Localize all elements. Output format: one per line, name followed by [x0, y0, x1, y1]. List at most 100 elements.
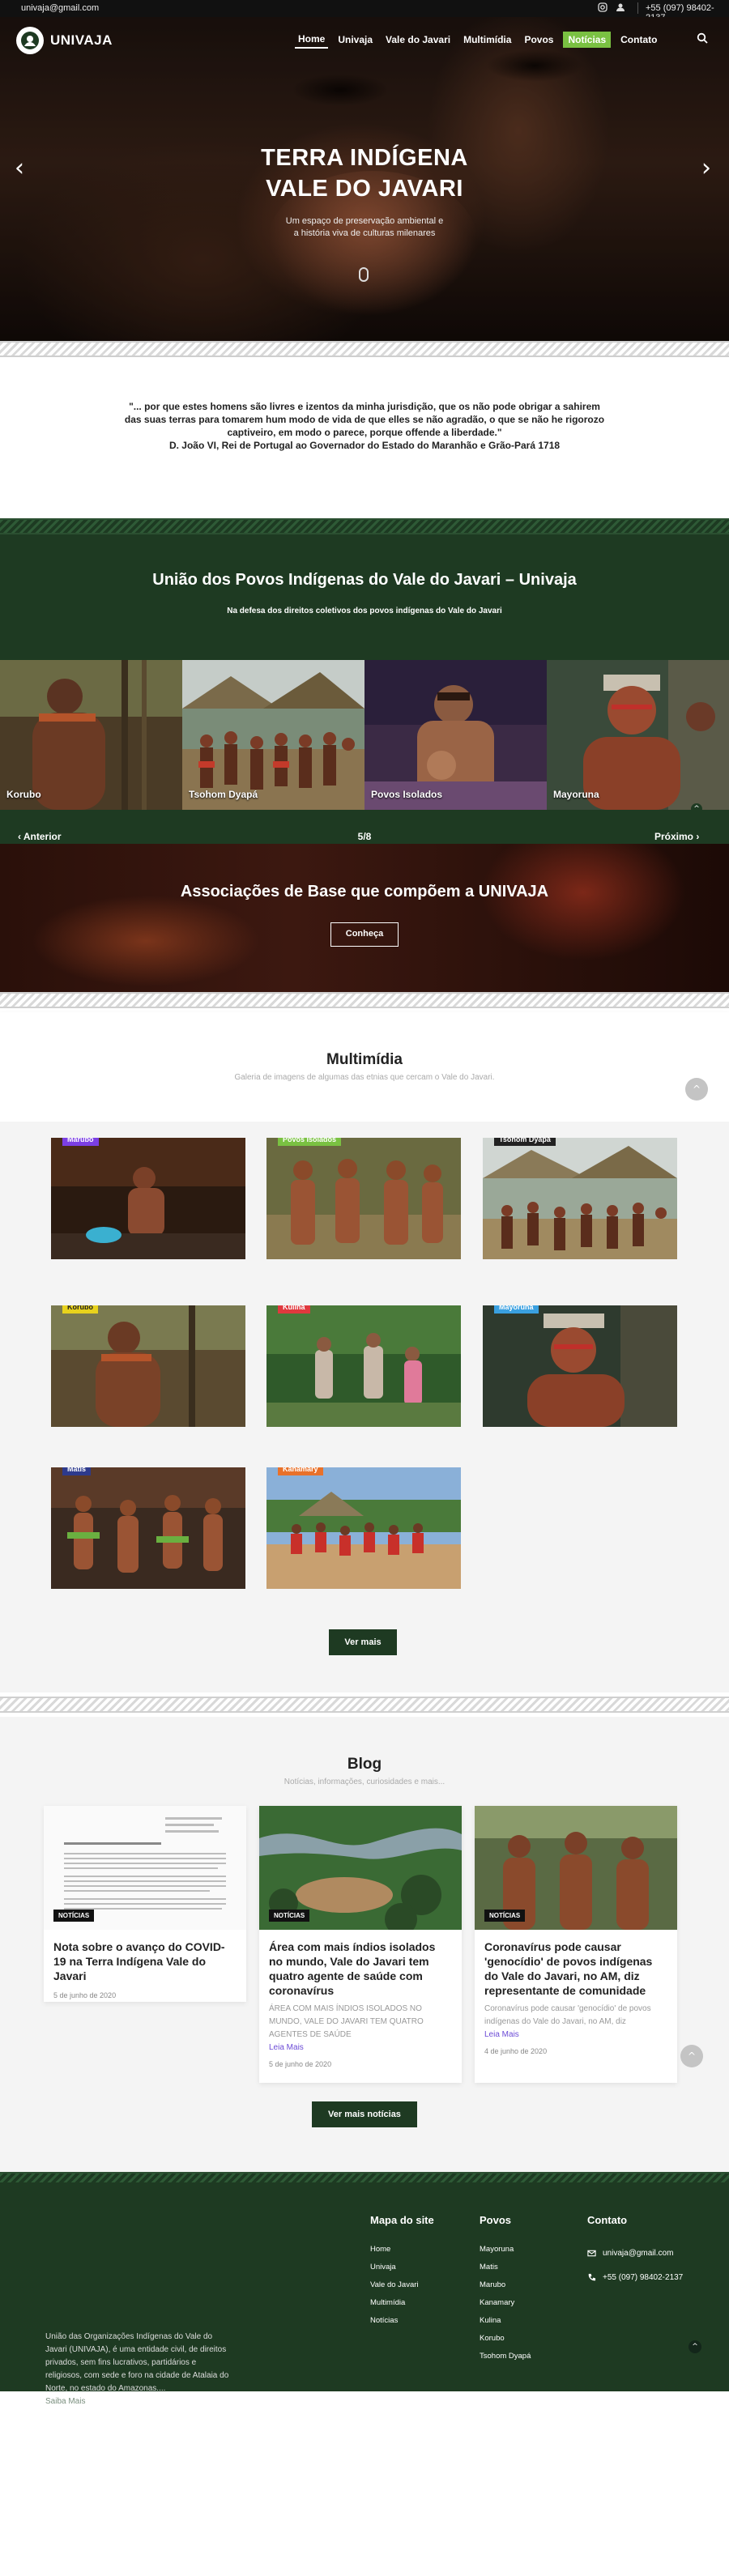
historical-quote: "... por que estes homens são livres e i…: [122, 400, 608, 452]
matis-photo: [51, 1467, 245, 1589]
multimedia-title: Multimídia: [326, 1051, 403, 1068]
blog-post-title[interactable]: Área com mais índios isolados no mundo, …: [269, 1939, 452, 1998]
blog-post-tag: NOTÍCIAS: [484, 1910, 526, 1922]
people-card-tsohom-dyapa[interactable]: Tsohom Dyapá: [182, 660, 364, 810]
nav-povos[interactable]: Povos: [521, 32, 556, 48]
blog-more-button[interactable]: Ver mais notícias: [312, 2101, 417, 2127]
footer-povos-link[interactable]: Marubo: [480, 2276, 531, 2294]
envelope-icon: [587, 2250, 596, 2257]
back-to-top-icon[interactable]: ^: [688, 2340, 701, 2353]
instagram-icon[interactable]: [598, 2, 608, 12]
blog-post-title[interactable]: Coronavírus pode causar 'genocídio' de p…: [484, 1939, 667, 1998]
carousel-pager: ‹ Anterior 5/8 Próximo ›: [0, 810, 729, 844]
decorative-pattern-strip: [0, 341, 729, 357]
hero-title: TERRA INDÍGENA VALE DO JAVARI: [202, 143, 526, 204]
blog-post-card[interactable]: NOTÍCIAS Coronavírus pode causar 'genocí…: [475, 1806, 677, 2083]
footer-sitemap-list: Home Univaja Vale do Javari Multimídia N…: [370, 2241, 419, 2330]
nav-univaja[interactable]: Univaja: [335, 32, 376, 48]
blog-post-card[interactable]: NOTÍCIAS Área com mais índios isolados n…: [259, 1806, 462, 2083]
associations-banner: [0, 844, 729, 992]
people-card-korubo[interactable]: Korubo: [0, 660, 182, 810]
footer-sitemap-link[interactable]: Multimídia: [370, 2294, 419, 2312]
blog-post-card[interactable]: NOTÍCIAS Nota sobre o avanço do COVID-19…: [44, 1806, 246, 2002]
hero-title-line-1: TERRA INDÍGENA: [261, 145, 468, 171]
nav-noticias[interactable]: Notícias: [563, 32, 612, 48]
carousel-counter: 5/8: [357, 831, 372, 842]
nav-home[interactable]: Home: [295, 31, 329, 49]
gallery-tag: Korubo: [62, 1305, 98, 1314]
hero-prev-arrow-icon[interactable]: ‹: [15, 154, 24, 182]
people-card-label: Tsohom Dyapá: [189, 789, 258, 800]
footer-povos-link[interactable]: Kulina: [480, 2312, 531, 2330]
gallery-tile-kulina[interactable]: Kulina: [266, 1305, 461, 1427]
gallery-tile-matis[interactable]: Matis: [51, 1467, 245, 1589]
associations-button[interactable]: Conheça: [330, 922, 399, 947]
scroll-up-icon[interactable]: ^: [680, 2045, 703, 2067]
decorative-pattern-strip: [0, 518, 729, 534]
footer-povos-link[interactable]: Korubo: [480, 2330, 531, 2348]
povos-isolados-photo: [364, 660, 547, 810]
gallery-tag: Povos Isolados: [278, 1138, 342, 1146]
blog-post-tag: NOTÍCIAS: [53, 1910, 95, 1922]
gallery-tile-marubo[interactable]: Marubo: [51, 1138, 245, 1259]
hero-title-line-2: VALE DO JAVARI: [266, 176, 463, 202]
footer-povos-link[interactable]: Kanamary: [480, 2294, 531, 2312]
people-card-povos-isolados[interactable]: Povos Isolados: [364, 660, 547, 810]
gallery-tile-kanamary[interactable]: Kanamary: [266, 1467, 461, 1589]
gallery-tile-tsohom-dyapa[interactable]: Tsohom Dyapá: [483, 1138, 677, 1259]
footer-povos-link[interactable]: Matis: [480, 2259, 531, 2276]
blog-title: Blog: [347, 1756, 382, 1773]
nav-vale-do-javari[interactable]: Vale do Javari: [382, 32, 454, 48]
site-logo[interactable]: UNIVAJA: [16, 27, 113, 54]
footer-povos-list: Mayoruna Matis Marubo Kanamary Kulina Ko…: [480, 2241, 531, 2365]
gallery-tile-mayoruna[interactable]: Mayoruna: [483, 1305, 677, 1427]
nav-multimidia[interactable]: Multimídia: [460, 32, 514, 48]
user-icon[interactable]: [616, 2, 625, 12]
footer-about-more-link[interactable]: Saiba Mais: [45, 2395, 232, 2408]
gallery-tag: Kulina: [278, 1305, 310, 1314]
people-card-mayoruna[interactable]: Mayoruna: [547, 660, 729, 810]
next-label: Próximo: [654, 831, 694, 842]
korubo-photo: [0, 660, 182, 810]
topbar-email[interactable]: univaja@gmail.com: [21, 3, 99, 13]
footer-sitemap-link[interactable]: Notícias: [370, 2312, 419, 2330]
blog-post-tag: NOTÍCIAS: [269, 1910, 310, 1922]
footer-povos-link[interactable]: Tsohom Dyapá: [480, 2348, 531, 2365]
footer-sitemap-link[interactable]: Vale do Javari: [370, 2276, 419, 2294]
footer-about-text: União das Organizações Indígenas do Vale…: [45, 2332, 229, 2393]
decorative-pattern-strip: [0, 992, 729, 1008]
footer-contact-phone[interactable]: +55 (097) 98402-2137: [587, 2273, 683, 2282]
hero-next-arrow-icon[interactable]: ›: [701, 154, 711, 182]
footer-contact-email[interactable]: univaja@gmail.com: [587, 2249, 673, 2258]
search-icon[interactable]: [697, 32, 708, 44]
marubo-photo: [51, 1138, 245, 1259]
gallery-tag: Matis: [62, 1467, 92, 1475]
scroll-up-icon[interactable]: ^: [685, 1078, 708, 1101]
gallery-tile-povos-isolados[interactable]: Povos Isolados: [266, 1138, 461, 1259]
associations-title: Associações de Base que compõem a UNIVAJ…: [180, 883, 549, 901]
nav-contato[interactable]: Contato: [617, 32, 660, 48]
gallery-tag: Tsohom Dyapá: [494, 1138, 556, 1146]
gallery-tag: Mayoruna: [494, 1305, 539, 1314]
people-card-label: Povos Isolados: [371, 789, 443, 800]
multimedia-more-button[interactable]: Ver mais: [329, 1629, 397, 1655]
union-banner: [0, 534, 729, 660]
blog-post-title[interactable]: Nota sobre o avanço do COVID-19 na Terra…: [53, 1939, 237, 1983]
blog-post-read-more[interactable]: Leia Mais: [269, 2043, 452, 2052]
tsohom-dyapa-photo: [182, 660, 364, 810]
footer-sitemap-link[interactable]: Univaja: [370, 2259, 419, 2276]
carousel-next-button[interactable]: Próximo ›: [654, 831, 699, 842]
korubo-gallery-photo: [51, 1305, 245, 1427]
topbar-divider: [637, 2, 638, 14]
union-subtitle: Na defesa dos direitos coletivos dos pov…: [227, 607, 502, 615]
mayoruna-photo: [547, 660, 729, 810]
footer-povos-link[interactable]: Mayoruna: [480, 2241, 531, 2259]
footer-sitemap-link[interactable]: Home: [370, 2241, 419, 2259]
blog-post-read-more[interactable]: Leia Mais: [484, 2030, 667, 2039]
people-card-label: Korubo: [6, 789, 41, 800]
scroll-down-icon[interactable]: [359, 267, 369, 282]
blog-post-thumbnail: NOTÍCIAS: [475, 1806, 677, 1930]
blog-post-thumbnail: NOTÍCIAS: [259, 1806, 462, 1930]
mayoruna-gallery-photo: [483, 1305, 677, 1427]
gallery-tile-korubo[interactable]: Korubo: [51, 1305, 245, 1427]
